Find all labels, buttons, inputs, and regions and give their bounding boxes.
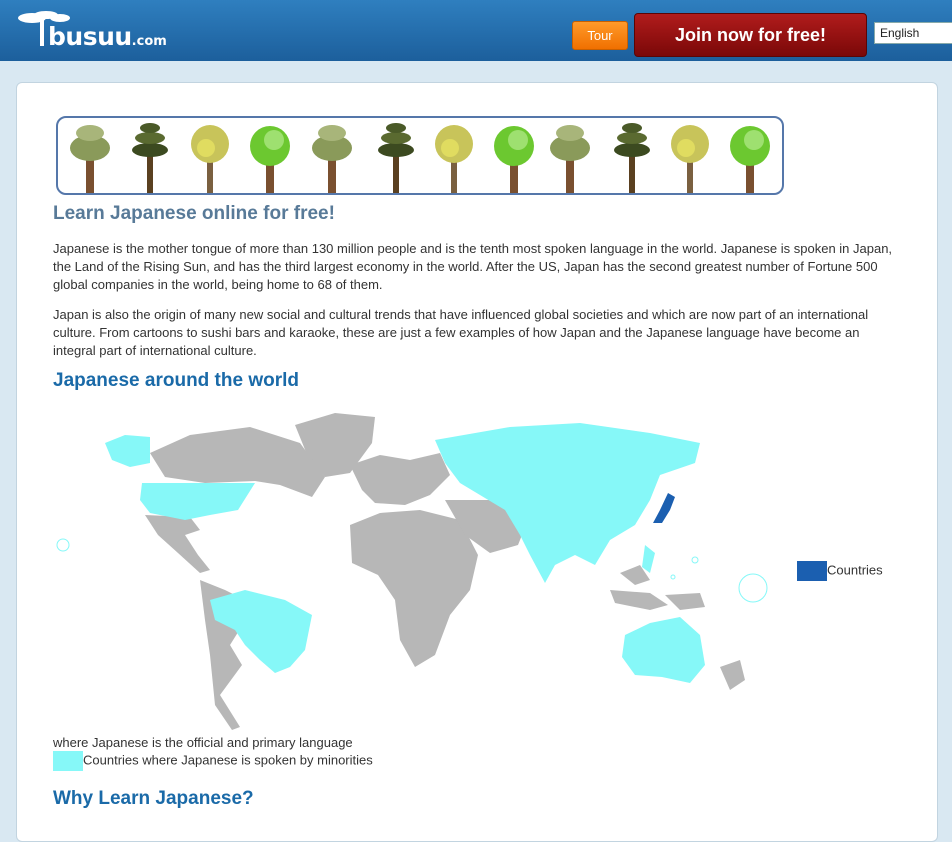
page-title: Learn Japanese online for free!	[53, 203, 335, 224]
site-header: busuu.com Tour Join now for free! Englis…	[0, 0, 952, 61]
busuu-logo[interactable]: busuu.com	[12, 8, 167, 51]
legend-official-b: where Japanese is the official and prima…	[53, 735, 353, 750]
legend-minority-swatch	[53, 751, 83, 771]
logo-suffix: .com	[131, 34, 167, 49]
culture-paragraph: Japan is also the origin of many new soc…	[53, 307, 869, 358]
legend-official: Countries	[797, 561, 883, 581]
logo-text: busuu	[48, 22, 132, 51]
legend-official-swatch	[797, 561, 827, 581]
section-heading-world: Japanese around the world	[53, 370, 299, 391]
section-heading-why: Why Learn Japanese?	[53, 788, 254, 809]
join-now-button[interactable]: Join now for free!	[634, 13, 867, 57]
intro-paragraph: Japanese is the mother tongue of more th…	[53, 241, 893, 292]
legend-minority: Countries where Japanese is spoken by mi…	[53, 751, 373, 771]
language-select[interactable]: English	[874, 22, 952, 44]
tree-banner	[56, 116, 784, 195]
world-map	[56, 413, 768, 730]
legend-minority-label: Countries where Japanese is spoken by mi…	[83, 752, 373, 768]
trees-decoration-icon	[70, 123, 770, 193]
legend-official-label-a: Countries	[827, 562, 883, 578]
tour-button[interactable]: Tour	[572, 21, 628, 50]
